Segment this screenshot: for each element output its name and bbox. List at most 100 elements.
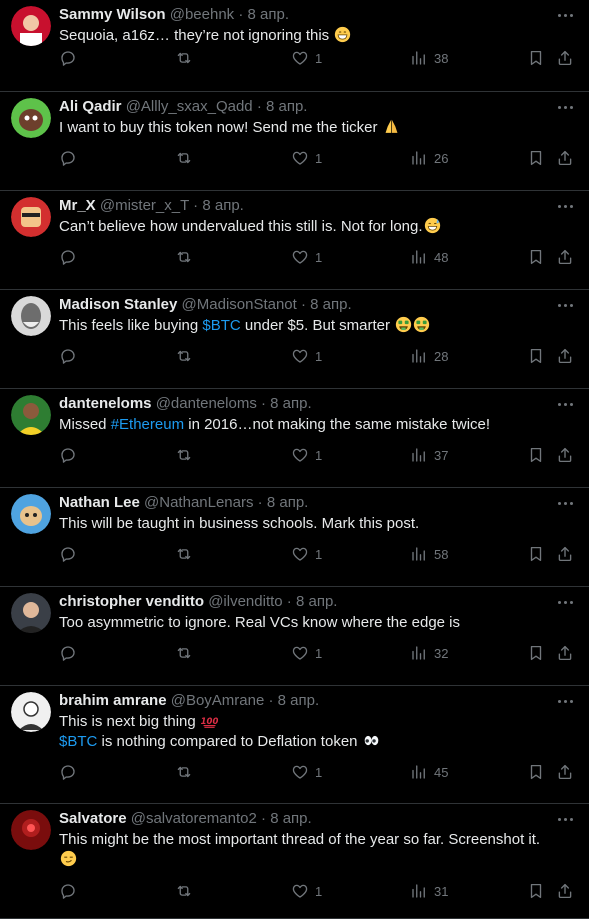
views-button[interactable]: 32 [410, 643, 448, 663]
tweet[interactable]: danteneloms @danteneloms · 8 апр. Missed … [0, 389, 589, 488]
bookmark-button[interactable] [527, 643, 545, 663]
more-options-icon[interactable] [554, 196, 576, 216]
share-button[interactable] [556, 762, 574, 782]
avatar[interactable] [11, 593, 51, 633]
views-button[interactable]: 37 [410, 445, 448, 465]
bookmark-button[interactable] [527, 762, 545, 782]
author-handle[interactable]: @MadisonStanot [182, 296, 297, 313]
tweet-date[interactable]: 8 апр. [248, 6, 289, 23]
author-handle[interactable]: @NathanLenars [144, 494, 253, 511]
views-button[interactable]: 45 [410, 762, 448, 782]
tweet-date[interactable]: 8 апр. [266, 98, 307, 115]
tweet-date[interactable]: 8 апр. [278, 692, 319, 709]
author-handle[interactable]: @ilvenditto [208, 593, 282, 610]
tweet-date[interactable]: 8 апр. [270, 810, 311, 827]
share-button[interactable] [556, 643, 574, 663]
author-handle[interactable]: @danteneloms [156, 395, 257, 412]
tweet-link[interactable]: $BTC [59, 733, 97, 750]
retweet-button[interactable] [175, 148, 199, 168]
more-options-icon[interactable] [554, 5, 576, 25]
like-button[interactable]: 1 [291, 247, 322, 267]
retweet-button[interactable] [175, 445, 199, 465]
author-handle[interactable]: @Allly_sxax_Qadd [126, 98, 253, 115]
author-handle[interactable]: @salvatoremanto2 [131, 810, 257, 827]
avatar[interactable] [11, 810, 51, 850]
reply-button[interactable] [59, 544, 83, 564]
like-button[interactable]: 1 [291, 445, 322, 465]
bookmark-button[interactable] [527, 148, 545, 168]
views-button[interactable]: 28 [410, 346, 448, 366]
views-button[interactable]: 38 [410, 48, 448, 68]
tweet[interactable]: christopher venditto @ilvenditto · 8 апр… [0, 587, 589, 686]
bookmark-button[interactable] [527, 445, 545, 465]
views-button[interactable]: 31 [410, 881, 448, 901]
reply-button[interactable] [59, 346, 83, 366]
retweet-button[interactable] [175, 247, 199, 267]
share-button[interactable] [556, 48, 574, 68]
author-name[interactable]: Madison Stanley [59, 296, 177, 313]
retweet-button[interactable] [175, 544, 199, 564]
share-button[interactable] [556, 346, 574, 366]
views-button[interactable]: 48 [410, 247, 448, 267]
bookmark-button[interactable] [527, 346, 545, 366]
tweet-link[interactable]: $BTC [202, 317, 240, 334]
share-button[interactable] [556, 247, 574, 267]
reply-button[interactable] [59, 762, 83, 782]
more-options-icon[interactable] [554, 809, 576, 829]
share-button[interactable] [556, 881, 574, 901]
avatar[interactable] [11, 494, 51, 534]
retweet-button[interactable] [175, 48, 199, 68]
reply-button[interactable] [59, 148, 83, 168]
tweet[interactable]: Nathan Lee @NathanLenars · 8 апр. This wi… [0, 488, 589, 587]
tweet-link[interactable]: #Ethereum [111, 416, 184, 433]
share-button[interactable] [556, 445, 574, 465]
like-button[interactable]: 1 [291, 881, 322, 901]
author-name[interactable]: Ali Qadir [59, 98, 122, 115]
more-options-icon[interactable] [554, 493, 576, 513]
avatar[interactable] [11, 197, 51, 237]
like-button[interactable]: 1 [291, 346, 322, 366]
views-button[interactable]: 58 [410, 544, 448, 564]
more-options-icon[interactable] [554, 691, 576, 711]
retweet-button[interactable] [175, 346, 199, 366]
retweet-button[interactable] [175, 643, 199, 663]
like-button[interactable]: 1 [291, 544, 322, 564]
author-name[interactable]: christopher venditto [59, 593, 204, 610]
tweet-date[interactable]: 8 апр. [267, 494, 308, 511]
author-name[interactable]: Nathan Lee [59, 494, 140, 511]
reply-button[interactable] [59, 643, 83, 663]
avatar[interactable] [11, 395, 51, 435]
tweet-date[interactable]: 8 апр. [270, 395, 311, 412]
share-button[interactable] [556, 148, 574, 168]
avatar[interactable] [11, 98, 51, 138]
more-options-icon[interactable] [554, 295, 576, 315]
tweet-date[interactable]: 8 апр. [310, 296, 351, 313]
tweet[interactable]: Sammy Wilson @beehnk · 8 апр. Sequoia, a1… [0, 0, 589, 92]
tweet[interactable]: Mr_X @mister_x_T · 8 апр. Can’t believe h… [0, 191, 589, 290]
author-name[interactable]: Salvatore [59, 810, 127, 827]
retweet-button[interactable] [175, 762, 199, 782]
avatar[interactable] [11, 6, 51, 46]
avatar[interactable] [11, 296, 51, 336]
more-options-icon[interactable] [554, 394, 576, 414]
tweet-date[interactable]: 8 апр. [202, 197, 243, 214]
reply-button[interactable] [59, 48, 83, 68]
author-handle[interactable]: @mister_x_T [100, 197, 189, 214]
like-button[interactable]: 1 [291, 148, 322, 168]
more-options-icon[interactable] [554, 592, 576, 612]
like-button[interactable]: 1 [291, 48, 322, 68]
views-button[interactable]: 26 [410, 148, 448, 168]
tweet[interactable]: Madison Stanley @MadisonStanot · 8 апр. T… [0, 290, 589, 389]
author-handle[interactable]: @BoyAmrane [171, 692, 265, 709]
retweet-button[interactable] [175, 881, 199, 901]
tweet[interactable]: Salvatore @salvatoremanto2 · 8 апр. This … [0, 804, 589, 919]
tweet-date[interactable]: 8 апр. [296, 593, 337, 610]
author-name[interactable]: brahim amrane [59, 692, 167, 709]
bookmark-button[interactable] [527, 544, 545, 564]
author-name[interactable]: Mr_X [59, 197, 96, 214]
author-name[interactable]: danteneloms [59, 395, 152, 412]
reply-button[interactable] [59, 445, 83, 465]
reply-button[interactable] [59, 881, 83, 901]
author-name[interactable]: Sammy Wilson [59, 6, 166, 23]
bookmark-button[interactable] [527, 881, 545, 901]
